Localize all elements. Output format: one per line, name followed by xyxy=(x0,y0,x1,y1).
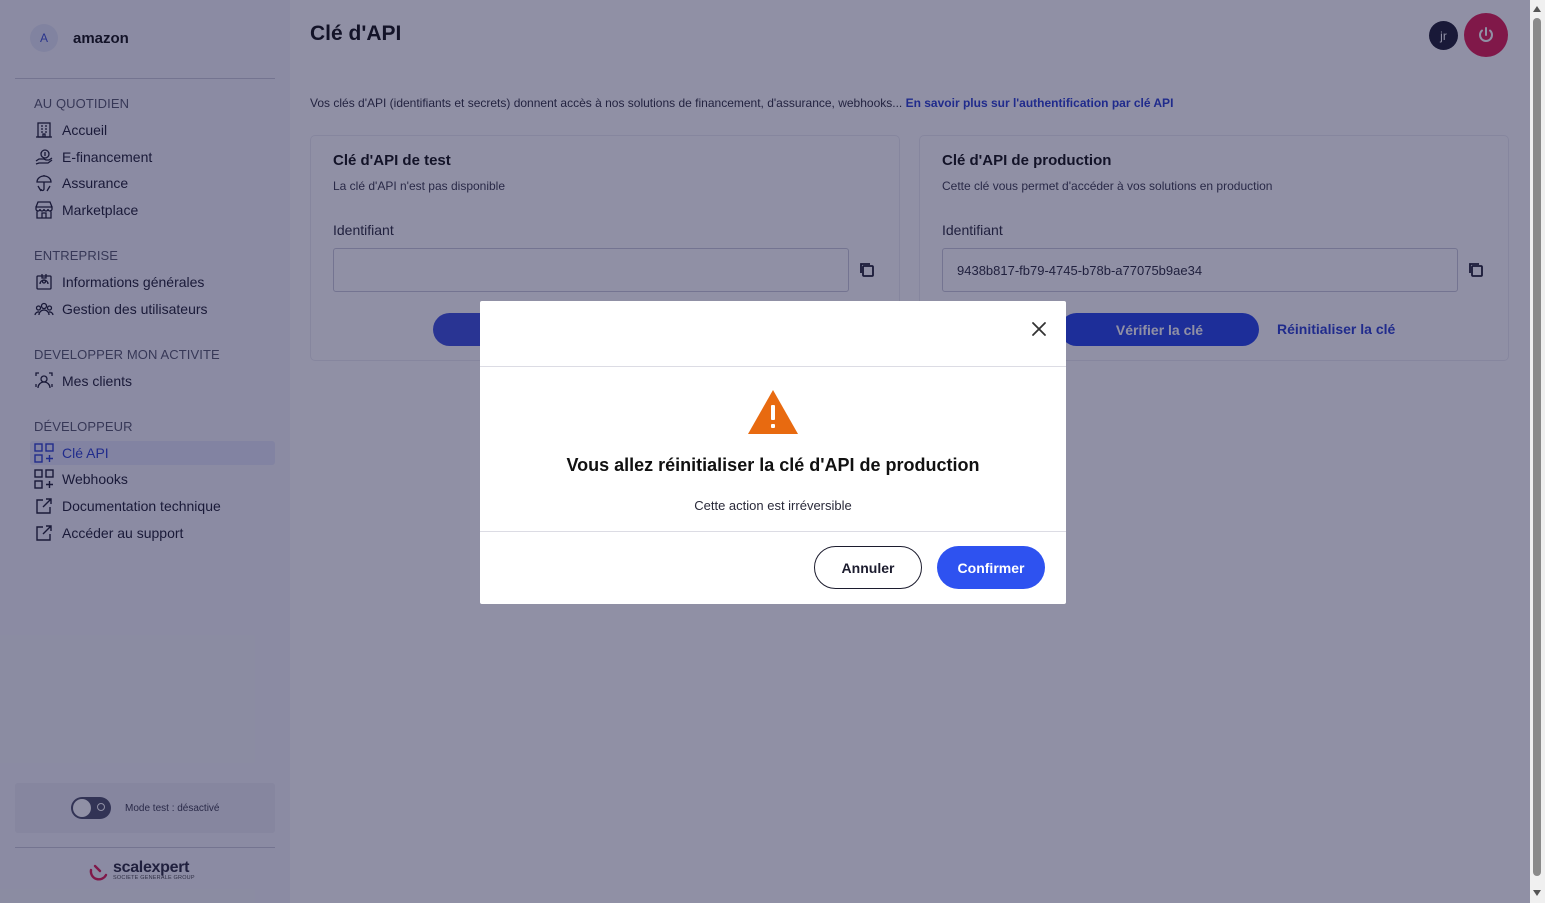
modal-message: Cette action est irréversible xyxy=(694,498,852,513)
modal-divider xyxy=(480,531,1066,532)
confirm-button[interactable]: Confirmer xyxy=(937,546,1045,589)
scroll-down-arrow[interactable] xyxy=(1533,890,1541,896)
scroll-thumb[interactable] xyxy=(1533,18,1541,876)
modal-divider xyxy=(480,366,1066,367)
scroll-up-arrow[interactable] xyxy=(1533,6,1541,12)
reset-confirmation-modal: Vous allez réinitialiser la clé d'API de… xyxy=(480,301,1066,604)
warning-icon xyxy=(748,390,798,434)
close-icon[interactable] xyxy=(1029,319,1049,339)
page-scrollbar[interactable] xyxy=(1530,0,1545,903)
modal-title: Vous allez réinitialiser la clé d'API de… xyxy=(566,455,980,475)
cancel-button[interactable]: Annuler xyxy=(814,546,922,589)
